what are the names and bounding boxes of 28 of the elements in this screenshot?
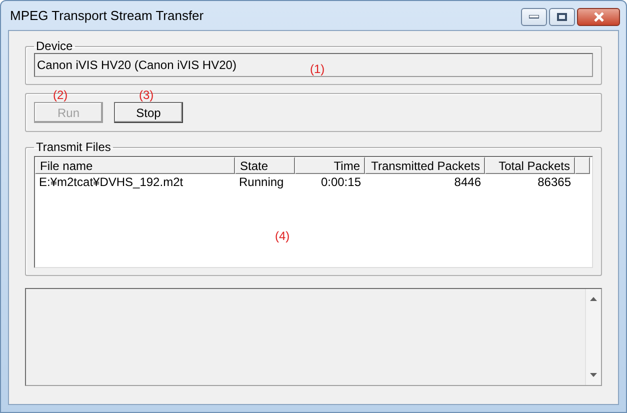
annotation-label: (1) [310, 62, 325, 76]
column-header[interactable]: Transmitted Packets [365, 157, 485, 174]
minimize-icon [529, 15, 539, 19]
scrollbar[interactable] [585, 289, 601, 385]
maximize-icon [557, 13, 567, 21]
column-header[interactable]: State [235, 157, 295, 174]
group-label: Transmit Files [35, 140, 112, 154]
table-cell-text: E:¥m2tcat¥DVHS_192.m2t [38, 174, 184, 189]
group-label: Device [35, 39, 74, 53]
column-header[interactable]: Time [295, 157, 365, 174]
scroll-up-icon[interactable] [590, 297, 597, 301]
annotation-label: (3) [139, 88, 154, 102]
table-cell-text: 8446 [453, 174, 482, 189]
close-icon [592, 12, 604, 22]
annotation-label: (2) [53, 88, 68, 102]
column-header[interactable]: Total Packets [485, 157, 575, 174]
table-cell-text: 0:00:15 [320, 174, 362, 189]
table-cell-text: 86365 [536, 174, 572, 189]
column-header[interactable]: File name [35, 157, 235, 174]
minimize-button[interactable] [521, 8, 547, 26]
table-cell-text: Running [238, 174, 285, 189]
scroll-down-icon[interactable] [590, 373, 597, 377]
column-header[interactable] [575, 157, 590, 174]
maximize-button[interactable] [549, 8, 575, 26]
window-title: MPEG Transport Stream Transfer [10, 8, 205, 23]
close-button[interactable] [577, 8, 620, 26]
stop-button[interactable]: Stop [114, 102, 183, 123]
annotation-label: (4) [275, 229, 290, 243]
